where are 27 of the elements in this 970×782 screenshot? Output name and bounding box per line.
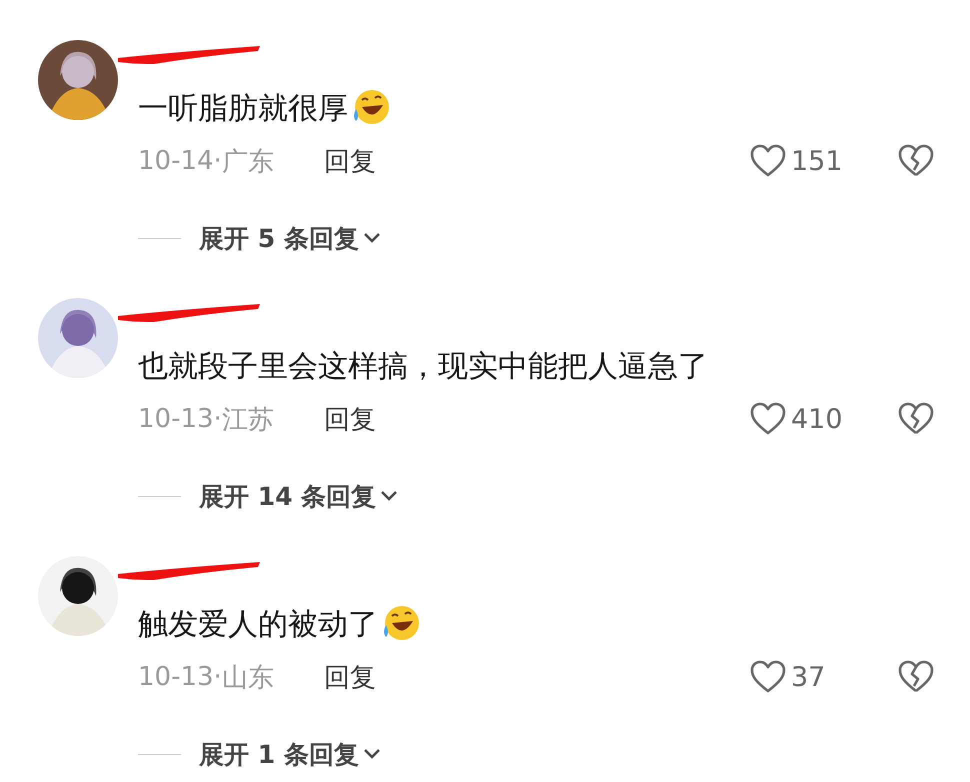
reply-link[interactable]: 回复 [324, 660, 376, 694]
chevron-down-icon [380, 490, 398, 502]
broken-heart-icon[interactable] [897, 143, 935, 179]
broken-heart-icon[interactable] [897, 401, 935, 437]
comment-date: 10-13· [138, 662, 222, 692]
comment-text: 也就段子里会这样搞，现实中能把人逼急了 [138, 348, 708, 386]
expand-replies-button[interactable]: 展开 1 条回复 [199, 738, 381, 770]
comment-date: 10-13· [138, 404, 222, 434]
broken-heart-icon[interactable] [897, 659, 935, 695]
reply-link[interactable]: 回复 [324, 402, 376, 436]
comment-text: 触发爱人的被动了 [138, 606, 378, 644]
comment-location: 山东 [222, 662, 275, 694]
comment-text: 一听脂肪就很厚 [138, 90, 348, 128]
heart-icon[interactable] [749, 143, 787, 179]
comment-date: 10-14· [138, 146, 222, 176]
like-count: 37 [791, 662, 826, 692]
comment-location: 江苏 [222, 404, 275, 436]
expand-replies-button[interactable]: 展开 14 条回复 [199, 480, 398, 512]
expand-replies-button[interactable]: 展开 5 条回复 [199, 222, 381, 254]
chevron-down-icon [362, 748, 381, 760]
like-count: 410 [791, 404, 844, 434]
reply-link[interactable]: 回复 [324, 144, 376, 178]
heart-icon[interactable] [749, 659, 787, 695]
heart-icon[interactable] [749, 401, 787, 437]
like-count: 151 [791, 146, 844, 176]
comment-location: 广东 [222, 146, 275, 178]
chevron-down-icon [362, 232, 381, 244]
